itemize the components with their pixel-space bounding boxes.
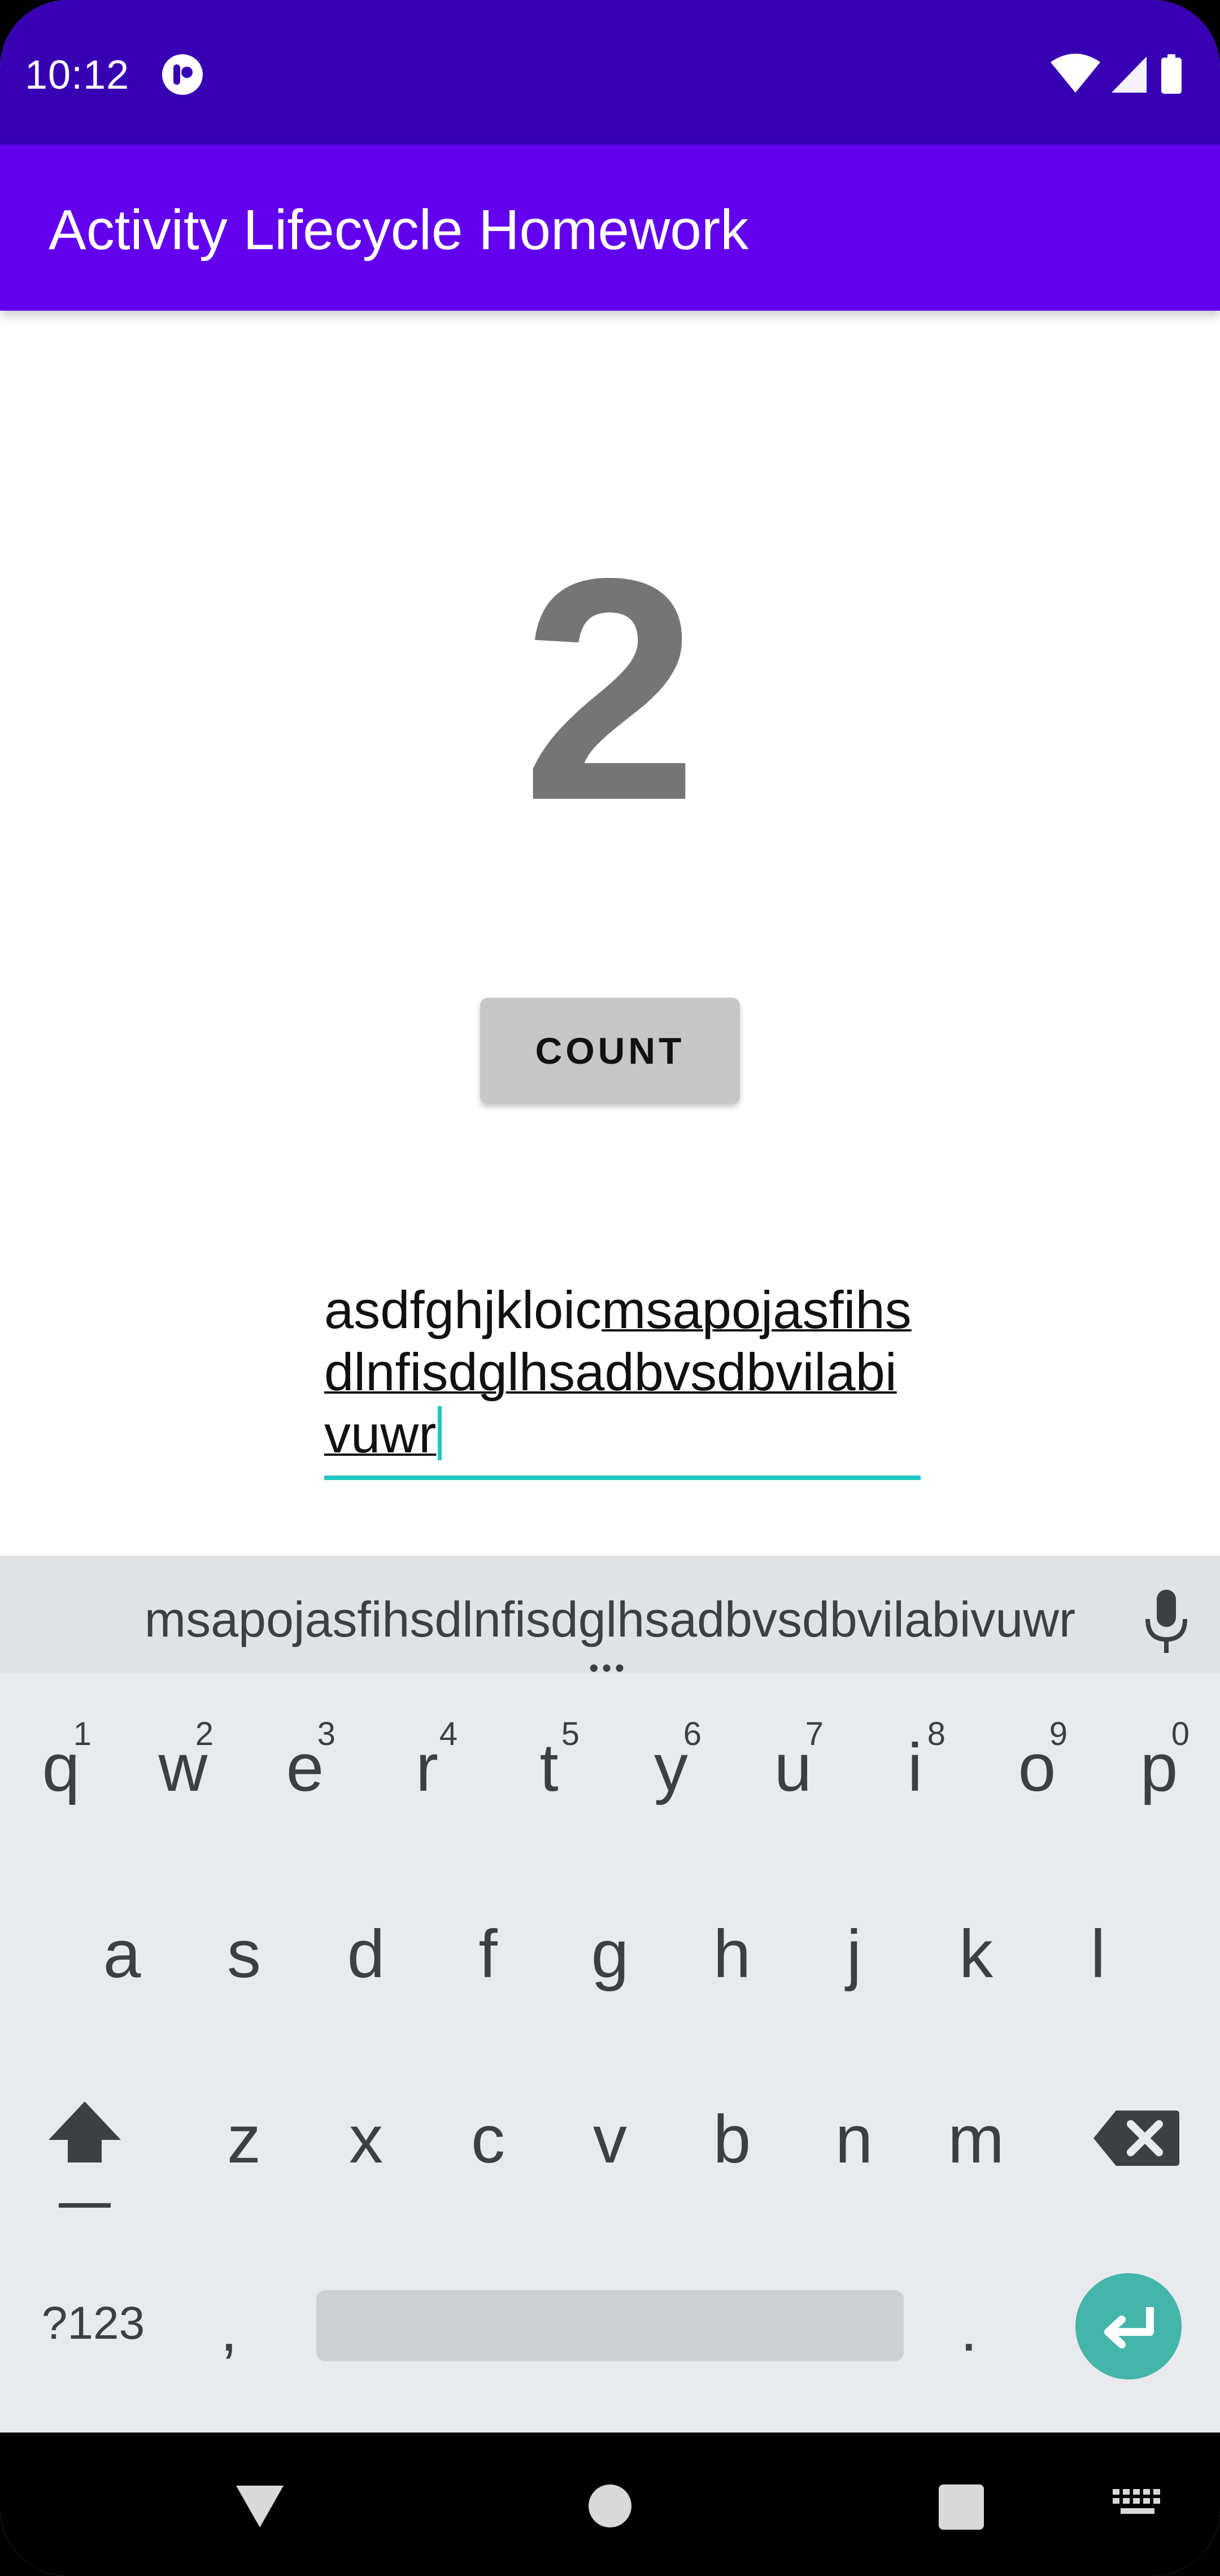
key-label: c: [471, 2101, 505, 2177]
key-k[interactable]: k: [920, 1872, 1032, 2042]
key-u[interactable]: u7: [737, 1686, 849, 1855]
key-y[interactable]: y6: [615, 1686, 727, 1855]
keyboard-switch-icon[interactable]: [1113, 2489, 1164, 2523]
text-input-plain: asdfghjkloic: [324, 1280, 602, 1339]
key-p[interactable]: p0: [1103, 1686, 1215, 1855]
key-hint: 3: [317, 1716, 336, 1752]
key-h[interactable]: h: [676, 1872, 788, 2042]
key-label: m: [948, 2101, 1004, 2177]
key-j[interactable]: j: [798, 1872, 910, 2042]
app-bar: Activity Lifecycle Homework: [0, 145, 1220, 311]
key-x[interactable]: x: [310, 2057, 422, 2227]
key-label: y: [654, 1730, 688, 1805]
symbols-key[interactable]: ?123: [23, 2297, 164, 2350]
counter-value: 2: [522, 512, 698, 866]
mic-icon[interactable]: [1141, 1587, 1192, 1655]
key-i[interactable]: i8: [859, 1686, 971, 1855]
navigation-bar: [0, 2433, 1220, 2576]
key-v[interactable]: v: [554, 2057, 666, 2227]
enter-key[interactable]: [1075, 2273, 1182, 2379]
key-label: p: [1140, 1730, 1178, 1805]
key-label: q: [42, 1730, 80, 1805]
key-hint: 2: [195, 1716, 213, 1752]
key-label: j: [846, 1916, 862, 1992]
key-t[interactable]: t5: [493, 1686, 605, 1855]
more-suggestions-icon[interactable]: •••: [589, 1655, 628, 1682]
key-n[interactable]: n: [798, 2057, 910, 2227]
key-label: v: [593, 2101, 627, 2177]
signal-icon: [1112, 56, 1147, 93]
key-label: d: [347, 1916, 385, 1992]
key-label: r: [416, 1730, 438, 1805]
key-label: i: [907, 1730, 923, 1805]
key-z[interactable]: z: [188, 2057, 300, 2227]
key-q[interactable]: q1: [5, 1686, 117, 1855]
suggestion-word[interactable]: msapojasfihsdlnfisdglhsadbvsdbvilabivuwr: [0, 1591, 1220, 1648]
shift-icon[interactable]: [45, 2092, 124, 2228]
key-m[interactable]: m: [920, 2057, 1032, 2227]
key-g[interactable]: g: [554, 1872, 666, 2042]
nav-recents-icon[interactable]: [939, 2484, 984, 2530]
suggestion-strip: msapojasfihsdlnfisdglhsadbvsdbvilabivuwr…: [0, 1556, 1220, 1682]
status-icons: [1051, 54, 1182, 94]
text-input-underline: [324, 1476, 921, 1480]
key-label: t: [539, 1730, 559, 1805]
key-label: o: [1018, 1730, 1056, 1805]
key-hint: 4: [439, 1716, 457, 1752]
app-title: Activity Lifecycle Homework: [49, 198, 749, 262]
space-bar[interactable]: [316, 2290, 904, 2361]
text-input-field[interactable]: asdfghjkloicmsapojasfihsdlnfisdglhsadbvs…: [324, 1279, 921, 1480]
key-w[interactable]: w2: [127, 1686, 239, 1855]
text-input-value[interactable]: asdfghjkloicmsapojasfihsdlnfisdglhsadbvs…: [324, 1279, 921, 1465]
battery-icon: [1161, 54, 1182, 94]
period-key[interactable]: .: [960, 2294, 978, 2365]
key-label: b: [713, 2101, 751, 2177]
nav-back-icon[interactable]: [232, 2480, 288, 2531]
text-cursor: [438, 1406, 442, 1460]
key-label: e: [286, 1730, 324, 1805]
count-button[interactable]: COUNT: [480, 998, 740, 1104]
enter-icon: [1104, 2307, 1154, 2348]
key-c[interactable]: c: [432, 2057, 544, 2227]
key-label: z: [227, 2101, 261, 2177]
key-label: g: [591, 1916, 629, 1992]
key-label: f: [478, 1916, 498, 1992]
key-label: n: [835, 2101, 873, 2177]
key-hint: 7: [805, 1716, 823, 1752]
keyboard-row-1: q1w2e3r4t5y6u7i8o9p0: [0, 1686, 1220, 1855]
wifi-icon: [1051, 54, 1100, 93]
key-a[interactable]: a: [66, 1872, 178, 2042]
key-b[interactable]: b: [676, 2057, 788, 2227]
key-d[interactable]: d: [310, 1872, 422, 2042]
key-f[interactable]: f: [432, 1872, 544, 2042]
key-label: h: [713, 1916, 751, 1992]
key-r[interactable]: r4: [371, 1686, 483, 1855]
key-label: l: [1090, 1916, 1106, 1992]
key-label: x: [349, 2101, 383, 2177]
key-label: u: [774, 1730, 812, 1805]
backspace-icon[interactable]: [1091, 2107, 1182, 2169]
key-label: k: [959, 1916, 993, 1992]
key-hint: 0: [1171, 1716, 1190, 1752]
comma-key[interactable]: ,: [220, 2294, 238, 2365]
key-hint: 8: [927, 1716, 945, 1752]
key-label: w: [158, 1730, 208, 1805]
key-s[interactable]: s: [188, 1872, 300, 2042]
keyboard-row-3: z x c v b nm: [0, 2057, 1220, 2227]
nav-home-icon[interactable]: [589, 2484, 631, 2527]
status-bar: 10:12: [0, 0, 1220, 145]
key-o[interactable]: o9: [981, 1686, 1093, 1855]
keyboard-row-2: asdfghjkl: [0, 1872, 1220, 2042]
status-time: 10:12: [25, 53, 130, 98]
key-hint: 9: [1049, 1716, 1068, 1752]
key-l[interactable]: l: [1042, 1872, 1154, 2042]
app-notification-icon: [162, 54, 203, 95]
key-hint: 1: [73, 1716, 91, 1752]
key-label: s: [227, 1916, 261, 1992]
key-e[interactable]: e3: [249, 1686, 361, 1855]
key-hint: 6: [683, 1716, 702, 1752]
key-hint: 5: [561, 1716, 580, 1752]
key-label: a: [103, 1916, 141, 1992]
phone-screen: 10:12 Activity Lifecycle Homework 2 COUN…: [0, 0, 1220, 2576]
